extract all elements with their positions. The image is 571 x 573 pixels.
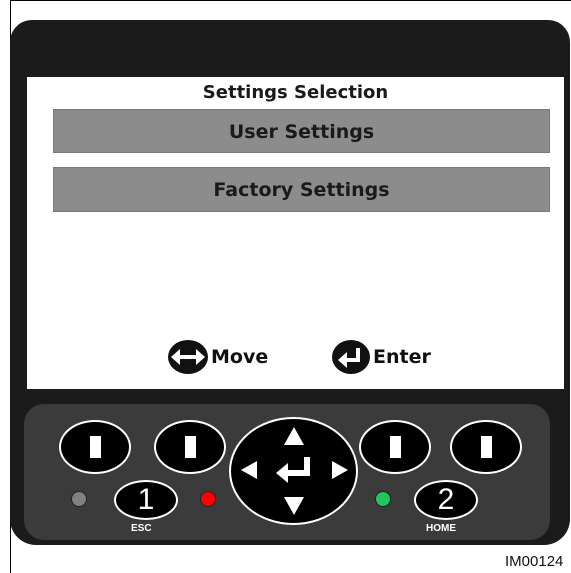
soft-key-3-icon: [389, 436, 401, 458]
led-grey: [71, 491, 87, 507]
soft-key-1[interactable]: [59, 420, 131, 474]
menu-item-user-settings[interactable]: User Settings: [53, 109, 550, 153]
home-button-number: 2: [437, 483, 455, 516]
home-label: HOME: [426, 523, 456, 534]
soft-key-2-icon: [184, 436, 196, 458]
move-icon: [167, 339, 209, 375]
esc-button-number: 1: [137, 483, 155, 516]
esc-label: ESC: [131, 523, 152, 534]
soft-key-3[interactable]: [359, 420, 431, 474]
down-arrow-button[interactable]: [284, 497, 304, 515]
move-label: Move: [211, 346, 269, 368]
home-button[interactable]: 2: [414, 480, 478, 520]
soft-key-4[interactable]: [450, 420, 522, 474]
figure: Settings Selection User Settings Factory…: [0, 0, 571, 573]
menu-item-factory-settings[interactable]: Factory Settings: [53, 167, 550, 212]
enter-hint: Enter: [331, 339, 431, 375]
navigation-pad: [229, 417, 358, 525]
figure-id: IM00124: [505, 553, 564, 570]
up-arrow-button[interactable]: [284, 427, 304, 445]
soft-key-4-icon: [480, 436, 492, 458]
move-hint: Move: [167, 339, 268, 375]
enter-arrow-icon[interactable]: [276, 457, 312, 483]
screen-title: Settings Selection: [202, 82, 389, 103]
enter-icon: [331, 339, 371, 375]
lcd-screen: Settings Selection User Settings Factory…: [27, 77, 564, 389]
soft-key-1-icon: [89, 436, 101, 458]
figure-border-top: [10, 0, 571, 1]
led-red: [200, 491, 216, 507]
left-arrow-button[interactable]: [241, 461, 257, 479]
soft-key-2[interactable]: [154, 420, 226, 474]
enter-label: Enter: [373, 346, 431, 368]
led-green: [375, 491, 391, 507]
esc-button[interactable]: 1: [114, 480, 178, 520]
right-arrow-button[interactable]: [332, 461, 348, 479]
